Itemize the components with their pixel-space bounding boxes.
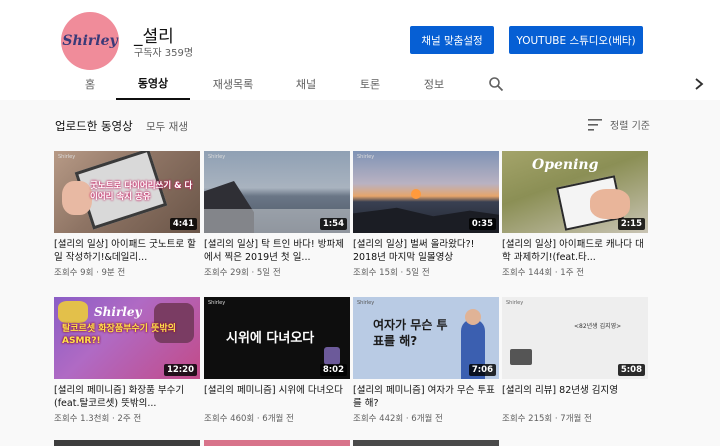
video-title[interactable]: [셜리의 페미니즘] 여자가 무슨 투표를 해?	[353, 384, 499, 410]
thumbnail-caption: Opening	[532, 157, 599, 173]
video-thumbnail-partial[interactable]	[54, 440, 200, 446]
video-thumbnail[interactable]: Shirley 0:35	[353, 151, 499, 233]
video-duration: 8:02	[319, 364, 347, 376]
video-duration: 0:35	[468, 218, 496, 230]
tab-videos[interactable]: 동영상	[116, 68, 190, 100]
video-duration: 1:54	[319, 218, 347, 230]
thumbnail-watermark: Shirley	[357, 300, 375, 306]
play-all-link[interactable]: 모두 재생	[146, 119, 188, 134]
thumbnail-watermark: Shirley	[506, 300, 524, 306]
video-meta: 조회수 144회 · 1주 전	[502, 268, 585, 278]
subscriber-count: 구독자 359명	[134, 48, 194, 59]
chevron-right-icon[interactable]	[692, 76, 706, 92]
video-duration: 2:15	[617, 218, 645, 230]
video-thumbnail[interactable]: <82년생 김지영> Shirley 5:08	[502, 297, 648, 379]
tab-home[interactable]: 홈	[76, 68, 104, 100]
thumbnail-caption: 굿노트로 다이어리쓰기 & 다이어리 속지 공유	[90, 181, 193, 202]
video-thumbnail[interactable]: 시위에 다녀오다 Shirley 8:02	[204, 297, 350, 379]
video-card[interactable]: <82년생 김지영> Shirley 5:08 [셜리의 리뷰] 82년생 김지…	[502, 297, 648, 424]
video-thumbnail[interactable]: Shirley 1:54	[204, 151, 350, 233]
thumbnail-watermark: Shirley	[208, 154, 226, 160]
customize-channel-button[interactable]: 채널 맞춤설정	[410, 26, 494, 54]
video-thumbnail[interactable]: Opening 2:15	[502, 151, 648, 233]
youtube-studio-button[interactable]: YOUTUBE 스튜디오(베타)	[509, 26, 643, 54]
thumbnail-watermark: Shirley	[357, 154, 375, 160]
video-title[interactable]: [셜리의 일상] 아이패드로 캐나다 대학 과제하기!(feat.타...	[502, 238, 648, 264]
video-thumbnail[interactable]: 여자가 무슨 투표를 해? Shirley 7:06	[353, 297, 499, 379]
video-card[interactable]: Shirley 1:54 [셜리의 일상] 탁 트인 바다! 방파제에서 찍은 …	[204, 151, 350, 278]
video-title[interactable]: [셜리의 일상] 벌써 올라왔다?! 2018년 마지막 일몰영상	[353, 238, 499, 264]
video-thumbnail[interactable]: Shirley 탈코르셋 화장품부수기 뜻밖의 ASMR?! 12:20	[54, 297, 200, 379]
video-thumbnail-partial[interactable]	[353, 440, 499, 446]
video-title[interactable]: [셜리의 리뷰] 82년생 김지영	[502, 384, 648, 410]
video-card[interactable]: Shirley 탈코르셋 화장품부수기 뜻밖의 ASMR?! 12:20 [셜리…	[54, 297, 200, 424]
sort-icon	[588, 118, 602, 131]
video-duration: 4:41	[169, 218, 197, 230]
tab-discussion[interactable]: 토론	[352, 68, 388, 100]
search-icon[interactable]	[488, 76, 504, 92]
thumbnail-watermark: Shirley	[208, 300, 226, 306]
video-meta: 조회수 9회 · 9분 전	[54, 268, 126, 278]
video-card[interactable]: 시위에 다녀오다 Shirley 8:02 [셜리의 페미니즘] 시위에 다녀오…	[204, 297, 350, 424]
video-thumbnail[interactable]: 굿노트로 다이어리쓰기 & 다이어리 속지 공유 Shirley 4:41	[54, 151, 200, 233]
channel-tabs: 홈 동영상 재생목록 채널 토론 정보	[0, 68, 720, 100]
thumbnail-watermark: Shirley	[58, 154, 76, 160]
video-duration: 12:20	[163, 364, 197, 376]
video-title[interactable]: [셜리의 페미니즘] 시위에 다녀오다	[204, 384, 350, 410]
video-card[interactable]: Opening 2:15 [셜리의 일상] 아이패드로 캐나다 대학 과제하기!…	[502, 151, 648, 278]
video-meta: 조회수 1.3천회 · 2주 전	[54, 414, 142, 424]
video-meta: 조회수 215회 · 7개월 전	[502, 414, 592, 424]
thumbnail-caption: <82년생 김지영>	[574, 323, 622, 330]
video-title[interactable]: [셜리의 페미니즘] 화장품 부수기(feat.탈코르셋) 뜻밖의...	[54, 384, 200, 410]
thumbnail-caption: 시위에 다녀오다	[226, 331, 315, 346]
video-card[interactable]: 여자가 무슨 투표를 해? Shirley 7:06 [셜리의 페미니즘] 여자…	[353, 297, 499, 424]
video-duration: 5:08	[617, 364, 645, 376]
avatar-text: Shirley	[62, 33, 118, 49]
thumbnail-caption: 탈코르셋 화장품부수기 뜻밖의 ASMR?!	[62, 324, 176, 346]
video-meta: 조회수 29회 · 5일 전	[204, 268, 281, 278]
video-meta: 조회수 442회 · 6개월 전	[353, 414, 443, 424]
tab-about[interactable]: 정보	[416, 68, 452, 100]
video-meta: 조회수 15회 · 5일 전	[353, 268, 430, 278]
video-card[interactable]: Shirley 0:35 [셜리의 일상] 벌써 올라왔다?! 2018년 마지…	[353, 151, 499, 278]
tab-playlists[interactable]: 재생목록	[205, 68, 261, 100]
channel-header: Shirley _셜리 구독자 359명 채널 맞춤설정 YOUTUBE 스튜디…	[0, 0, 720, 100]
video-title[interactable]: [셜리의 일상] 아이패드 굿노트로 할일 작성하기!&데일리...	[54, 238, 200, 264]
thumbnail-caption: 여자가 무슨 투표를 해?	[373, 318, 448, 348]
video-thumbnail-partial[interactable]	[204, 440, 350, 446]
video-title[interactable]: [셜리의 일상] 탁 트인 바다! 방파제에서 찍은 2019년 첫 일...	[204, 238, 350, 264]
video-duration: 7:06	[468, 364, 496, 376]
video-meta: 조회수 460회 · 6개월 전	[204, 414, 294, 424]
tab-channels[interactable]: 채널	[288, 68, 324, 100]
sort-label: 정렬 기준	[610, 121, 650, 132]
video-card[interactable]: 굿노트로 다이어리쓰기 & 다이어리 속지 공유 Shirley 4:41 [셜…	[54, 151, 200, 278]
channel-avatar[interactable]: Shirley	[61, 12, 119, 70]
section-title: 업로드한 동영상	[55, 119, 133, 133]
sort-button[interactable]: 정렬 기준	[588, 117, 650, 132]
